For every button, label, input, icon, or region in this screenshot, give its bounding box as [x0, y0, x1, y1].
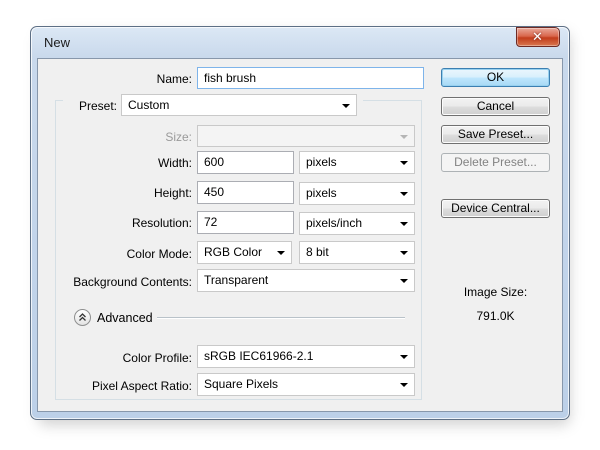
color-profile-label: Color Profile: [122, 351, 192, 365]
height-label: Height: [153, 186, 192, 200]
preset-group-border-bottom [55, 399, 422, 400]
resolution-unit-select[interactable]: pixels/inch [299, 212, 415, 235]
resolution-input-value: 72 [204, 215, 218, 229]
preset-select-value: Custom [128, 98, 170, 112]
width-label: Width: [157, 156, 192, 170]
image-size-label: Image Size: [463, 285, 528, 299]
background-contents-select[interactable]: Transparent [197, 269, 415, 292]
pixel-aspect-ratio-value: Square Pixels [204, 377, 279, 391]
ok-button[interactable]: OK [441, 68, 550, 87]
height-input[interactable]: 450 [197, 181, 294, 204]
close-icon[interactable]: ✕ [532, 29, 543, 44]
width-input-value: 600 [204, 155, 225, 169]
color-mode-value: RGB Color [204, 245, 263, 259]
name-input-value: fish brush [204, 71, 257, 85]
image-size-value: 791.0K [476, 309, 515, 323]
resolution-input[interactable]: 72 [197, 211, 294, 234]
chevron-down-icon [400, 279, 408, 283]
advanced-label[interactable]: Advanced [97, 311, 153, 325]
width-unit-select[interactable]: pixels [299, 151, 415, 174]
chevron-down-icon [400, 251, 408, 255]
name-label: Name: [156, 72, 192, 86]
color-mode-label: Color Mode: [126, 247, 192, 261]
preset-group-border-top-right [363, 100, 422, 101]
width-unit-value: pixels [306, 155, 337, 169]
chevron-down-icon [400, 355, 408, 359]
width-input[interactable]: 600 [197, 151, 294, 174]
chevron-down-icon [342, 104, 350, 108]
bit-depth-value: 8 bit [306, 245, 329, 259]
resolution-unit-value: pixels/inch [306, 216, 363, 230]
device-central-button[interactable]: Device Central... [441, 199, 550, 218]
preset-group-border-top-left [55, 100, 63, 101]
advanced-separator-highlight [157, 318, 405, 319]
height-input-value: 450 [204, 185, 225, 199]
size-select [197, 125, 415, 147]
height-unit-select[interactable]: pixels [299, 182, 415, 205]
preset-group-border-left [55, 100, 56, 400]
pixel-aspect-ratio-label: Pixel Aspect Ratio: [91, 379, 192, 393]
cancel-button[interactable]: Cancel [441, 97, 550, 116]
preset-select[interactable]: Custom [121, 94, 357, 116]
chevron-down-icon [400, 383, 408, 387]
delete-preset-button: Delete Preset... [441, 153, 550, 172]
pixel-aspect-ratio-select[interactable]: Square Pixels [197, 373, 415, 396]
chevron-down-icon [400, 222, 408, 226]
chevron-down-icon [400, 161, 408, 165]
save-preset-button[interactable]: Save Preset... [441, 125, 550, 144]
height-unit-value: pixels [306, 186, 337, 200]
color-mode-select[interactable]: RGB Color [197, 241, 292, 264]
background-contents-value: Transparent [204, 273, 269, 287]
background-contents-label: Background Contents: [73, 275, 192, 289]
color-profile-value: sRGB IEC61966-2.1 [204, 349, 314, 363]
preset-label: Preset: [78, 99, 117, 113]
color-profile-select[interactable]: sRGB IEC61966-2.1 [197, 345, 415, 368]
chevron-up-double-icon[interactable] [74, 309, 91, 326]
window-title: New [44, 35, 71, 50]
size-label: Size: [165, 130, 192, 144]
preset-group-border-right [421, 100, 422, 400]
chevron-down-icon [400, 192, 408, 196]
resolution-label: Resolution: [131, 216, 192, 230]
chevron-down-icon [277, 251, 285, 255]
name-input[interactable]: fish brush [197, 67, 424, 89]
chevron-down-icon [400, 135, 408, 139]
bit-depth-select[interactable]: 8 bit [299, 241, 415, 264]
